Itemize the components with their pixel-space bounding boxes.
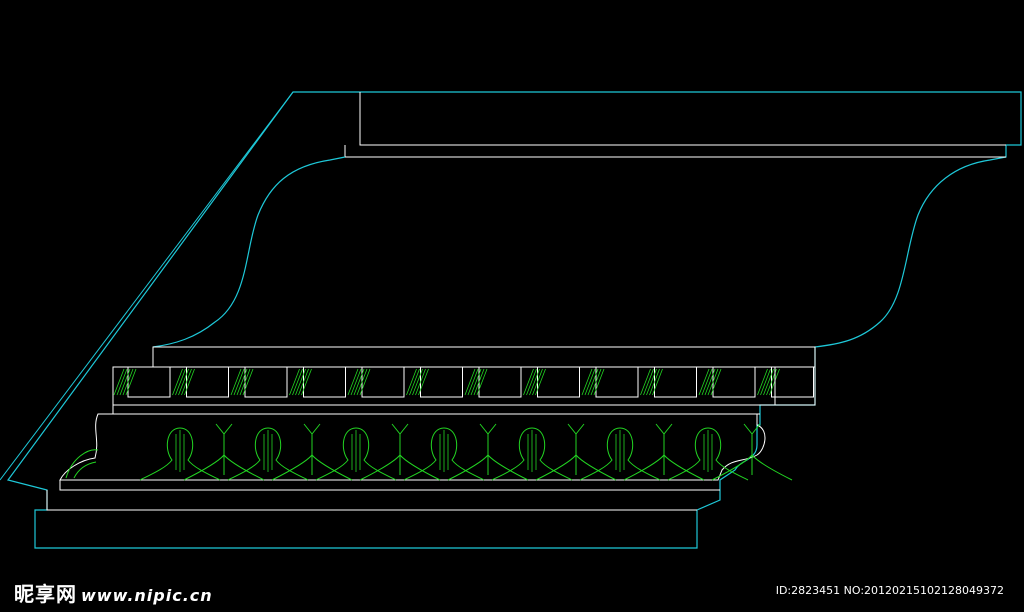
- hatch-line: [347, 368, 359, 396]
- hatch-line: [581, 368, 593, 396]
- dentil-block: [712, 366, 756, 398]
- base-fillet: [46, 490, 697, 511]
- ovolo-band-outline: [59, 413, 766, 481]
- hatch-line: [464, 368, 476, 396]
- egg-and-dart-ornaments: [65, 423, 793, 481]
- dentil-block: [537, 366, 580, 398]
- hatch-line: [292, 368, 303, 396]
- hatch-line: [526, 368, 537, 396]
- watermark-site-name: 昵享网: [14, 582, 77, 606]
- hatch-line: [113, 368, 125, 396]
- dentil-block: [595, 366, 639, 398]
- image-id-label: ID:2823451 NO:20120215102128049372: [775, 584, 1004, 597]
- watermark-url: www.nipic.cn: [81, 586, 213, 605]
- dentil-block: [771, 366, 814, 398]
- hatch-line: [230, 368, 242, 396]
- egg-inner-lines: [351, 430, 361, 472]
- hatch-line: [233, 368, 245, 396]
- dentil-block: [244, 366, 288, 398]
- dentil-top-band: [152, 346, 816, 368]
- hatch-line: [760, 368, 771, 396]
- hatch-line: [757, 368, 768, 396]
- dart-ornament: [359, 423, 441, 481]
- cornice-drawing: [0, 91, 1022, 549]
- egg-inner-lines: [175, 430, 185, 472]
- egg-inner-lines: [263, 430, 273, 472]
- hatch-line: [640, 368, 651, 396]
- dentil-fillet: [112, 405, 760, 415]
- hatch-line: [584, 368, 596, 396]
- dentil-block: [478, 366, 522, 398]
- hatch-line: [467, 368, 479, 396]
- dentil-block: [303, 366, 346, 398]
- hatch-line: [116, 368, 128, 396]
- bead-line: [59, 480, 720, 491]
- corner-leaf: [65, 449, 99, 479]
- dart-ornament: [535, 423, 617, 481]
- dentil-block: [420, 366, 463, 398]
- egg-inner-lines: [439, 430, 449, 472]
- egg-inner-lines: [703, 430, 713, 472]
- hatch-line: [406, 368, 417, 396]
- dentil-end-block: [774, 366, 816, 406]
- top-fascia: [359, 92, 1006, 146]
- dentil-blocks: [113, 366, 816, 406]
- hatch-line: [701, 368, 713, 396]
- dart-ornament: [271, 423, 353, 481]
- cyma-curve-left: [152, 156, 346, 348]
- dentil-block: [127, 366, 171, 398]
- hatch-line: [523, 368, 534, 396]
- dart-ornament: [183, 423, 265, 481]
- dart-ornament: [623, 423, 705, 481]
- egg-inner-lines: [615, 430, 625, 472]
- hatch-line: [175, 368, 186, 396]
- site-watermark: 昵享网 www.nipic.cn: [14, 578, 213, 607]
- dart-ornament: [447, 423, 529, 481]
- dentil-block: [654, 366, 697, 398]
- dentil-block: [361, 366, 405, 398]
- left-slant-line: [0, 91, 294, 481]
- dentil-block: [186, 366, 229, 398]
- hatch-line: [289, 368, 300, 396]
- hatch-line: [409, 368, 420, 396]
- egg-inner-lines: [527, 430, 537, 472]
- dart-ornament: [711, 423, 793, 481]
- hatch-line: [172, 368, 183, 396]
- hatch-line: [643, 368, 654, 396]
- hatch-line: [350, 368, 362, 396]
- hatch-line: [698, 368, 710, 396]
- dentil-band: [112, 366, 816, 406]
- top-fascia-lower: [344, 145, 1006, 158]
